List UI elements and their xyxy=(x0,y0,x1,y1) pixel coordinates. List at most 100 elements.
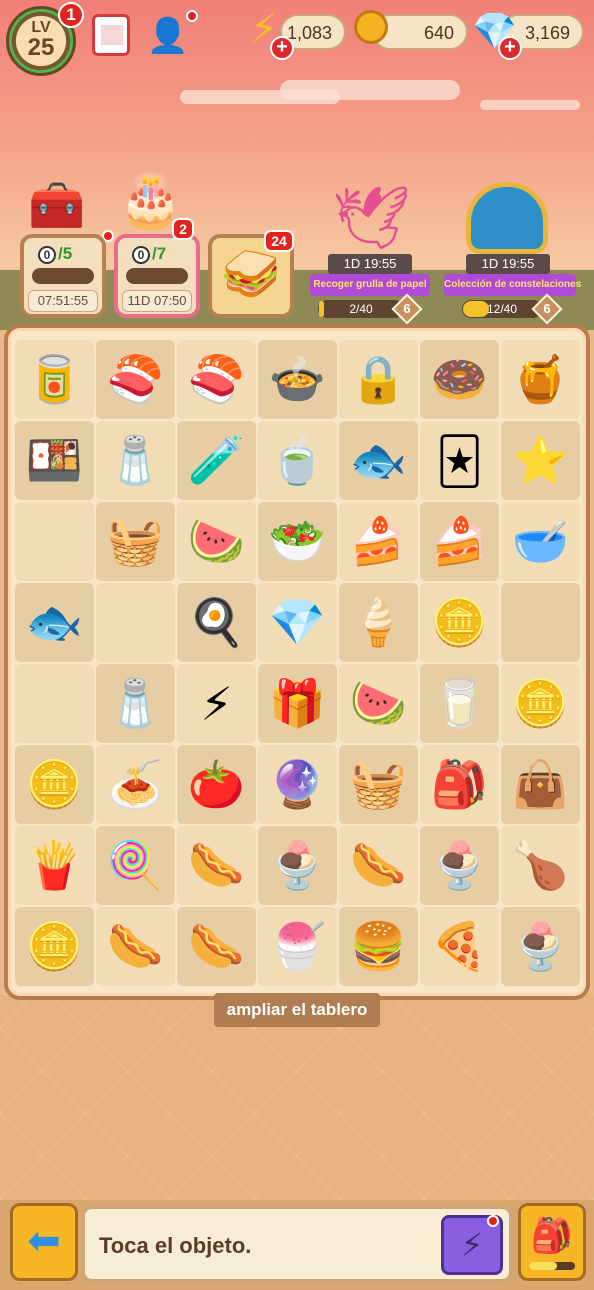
board-cell-6-0[interactable]: 🍟 xyxy=(15,826,94,905)
board-cell-7-6[interactable]: 🍨 xyxy=(501,907,580,986)
board-cell-2-4[interactable]: 🍰 xyxy=(339,502,418,581)
board-item: 🪙 xyxy=(511,677,570,729)
order-1-progress xyxy=(32,268,94,284)
order-card-2[interactable]: 0/7 11D 07:50 xyxy=(114,234,200,318)
board-cell-7-2[interactable]: 🌭 xyxy=(177,907,256,986)
board-item: ⚡ xyxy=(200,677,233,730)
board-cell-3-2[interactable]: 🍳 xyxy=(177,583,256,662)
board-cell-4-1[interactable]: 🧂 xyxy=(96,664,175,743)
board-item: 🧺 xyxy=(349,758,408,810)
board-item: 🍝 xyxy=(106,758,165,810)
board-cell-3-0[interactable]: 🐟 xyxy=(15,583,94,662)
board-cell-3-1[interactable] xyxy=(96,583,175,662)
board-cell-0-0[interactable]: 🥫 xyxy=(15,340,94,419)
board-cell-6-3[interactable]: 🍨 xyxy=(258,826,337,905)
board-cell-3-6[interactable] xyxy=(501,583,580,662)
board-item: 🧂 xyxy=(106,677,165,729)
board-cell-4-2[interactable]: ⚡ xyxy=(177,664,256,743)
board-cell-4-0[interactable] xyxy=(15,664,94,743)
event-1-reward: 6 xyxy=(391,293,423,325)
board-cell-1-0[interactable]: 🍱 xyxy=(15,421,94,500)
board-cell-5-3[interactable]: 🔮 xyxy=(258,745,337,824)
board-cell-4-3[interactable]: 🎁 xyxy=(258,664,337,743)
board-cell-7-3[interactable]: 🍧 xyxy=(258,907,337,986)
board-cell-7-4[interactable]: 🍔 xyxy=(339,907,418,986)
calendar-icon[interactable] xyxy=(92,14,130,56)
order-1-count: 0/5 xyxy=(38,244,72,264)
board-cell-6-1[interactable]: 🍭 xyxy=(96,826,175,905)
expand-board-button[interactable]: ampliar el tablero xyxy=(214,993,380,1027)
board-item: 🌭 xyxy=(106,920,165,972)
board-cell-6-2[interactable]: 🌭 xyxy=(177,826,256,905)
board-cell-6-4[interactable]: 🌭 xyxy=(339,826,418,905)
add-energy-button[interactable]: + xyxy=(270,36,294,60)
add-friend-icon[interactable]: 👤 xyxy=(145,14,191,60)
board-cell-3-3[interactable]: 💎 xyxy=(258,583,337,662)
board-cell-1-3[interactable]: 🍵 xyxy=(258,421,337,500)
board-cell-2-1[interactable]: 🧺 xyxy=(96,502,175,581)
event-1-timer: 1D 19:55 xyxy=(328,254,412,274)
board-cell-2-5[interactable]: 🍰 xyxy=(420,502,499,581)
board-item: 🍕 xyxy=(430,920,489,972)
inventory-button[interactable]: 🎒 xyxy=(518,1203,586,1281)
board-item: 🃏 xyxy=(435,434,484,487)
event-1-progress-fill xyxy=(319,301,325,317)
order-1-timer: 07:51:55 xyxy=(28,290,98,312)
board-cell-0-6[interactable]: 🍯 xyxy=(501,340,580,419)
board-cell-1-1[interactable]: 🧂 xyxy=(96,421,175,500)
add-gems-button[interactable]: + xyxy=(498,36,522,60)
board-cell-0-3[interactable]: 🍲 xyxy=(258,340,337,419)
board-cell-1-2[interactable]: 🧪 xyxy=(177,421,256,500)
event-paper-crane[interactable]: 🕊 1D 19:55 Recoger grulla de papel 2/40 … xyxy=(304,178,436,325)
board-item: 🥫 xyxy=(25,353,84,405)
board-item: 🍭 xyxy=(106,839,165,891)
lightning-icon: ⚡ xyxy=(460,1227,484,1263)
board-item: 🌭 xyxy=(349,839,408,891)
board-item: ⭐ xyxy=(511,434,570,486)
board-cell-4-5[interactable]: 🥛 xyxy=(420,664,499,743)
board-cell-0-5[interactable]: 🍩 xyxy=(420,340,499,419)
board-cell-5-2[interactable]: 🍅 xyxy=(177,745,256,824)
board-cell-5-1[interactable]: 🍝 xyxy=(96,745,175,824)
board-item: 🐟 xyxy=(349,434,408,486)
board-item: 🪙 xyxy=(430,596,489,648)
order-2-timer: 11D 07:50 xyxy=(122,290,192,312)
board-cell-7-5[interactable]: 🍕 xyxy=(420,907,499,986)
board-cell-5-0[interactable]: 🪙 xyxy=(15,745,94,824)
board-cell-2-3[interactable]: 🥗 xyxy=(258,502,337,581)
board-cell-7-0[interactable]: 🪙 xyxy=(15,907,94,986)
board-item: 🔒 xyxy=(349,353,408,405)
board-cell-3-5[interactable]: 🪙 xyxy=(420,583,499,662)
board-item: 🍵 xyxy=(268,434,327,486)
board-item: 🎁 xyxy=(268,677,327,729)
back-button[interactable]: ⬅ xyxy=(10,1203,78,1281)
board-cell-1-6[interactable]: ⭐ xyxy=(501,421,580,500)
board-cell-2-6[interactable]: 🥣 xyxy=(501,502,580,581)
board-item: 🍅 xyxy=(187,758,246,810)
board-cell-5-6[interactable]: 👜 xyxy=(501,745,580,824)
event-1-title: Recoger grulla de papel xyxy=(310,274,430,296)
board-cell-5-4[interactable]: 🧺 xyxy=(339,745,418,824)
board-cell-6-6[interactable]: 🍗 xyxy=(501,826,580,905)
board-cell-0-1[interactable]: 🍣 xyxy=(96,340,175,419)
board-cell-1-5[interactable]: 🃏 xyxy=(420,421,499,500)
board-item: 🥛 xyxy=(430,677,489,729)
board-item: 🍧 xyxy=(268,920,327,972)
board-cell-3-4[interactable]: 🍦 xyxy=(339,583,418,662)
sandwich-icon: 🥪 xyxy=(221,248,281,301)
board-cell-5-5[interactable]: 🎒 xyxy=(420,745,499,824)
board-item: 🍗 xyxy=(511,839,570,891)
board-cell-1-4[interactable]: 🐟 xyxy=(339,421,418,500)
event-constellations[interactable]: 1D 19:55 Colección de constelaciones 12/… xyxy=(444,178,584,325)
board-cell-6-5[interactable]: 🍨 xyxy=(420,826,499,905)
board-cell-7-1[interactable]: 🌭 xyxy=(96,907,175,986)
board-cell-0-4[interactable]: 🔒 xyxy=(339,340,418,419)
board-cell-4-4[interactable]: 🍉 xyxy=(339,664,418,743)
paper-crane-icon: 🕊 xyxy=(332,184,411,253)
order-card-1[interactable]: 0/5 07:51:55 xyxy=(20,234,106,318)
board-cell-2-0[interactable] xyxy=(15,502,94,581)
board-cell-2-2[interactable]: 🍉 xyxy=(177,502,256,581)
board-cell-4-6[interactable]: 🪙 xyxy=(501,664,580,743)
treasure-chest-icon[interactable]: 🧰 xyxy=(28,178,85,233)
board-cell-0-2[interactable]: 🍣 xyxy=(177,340,256,419)
